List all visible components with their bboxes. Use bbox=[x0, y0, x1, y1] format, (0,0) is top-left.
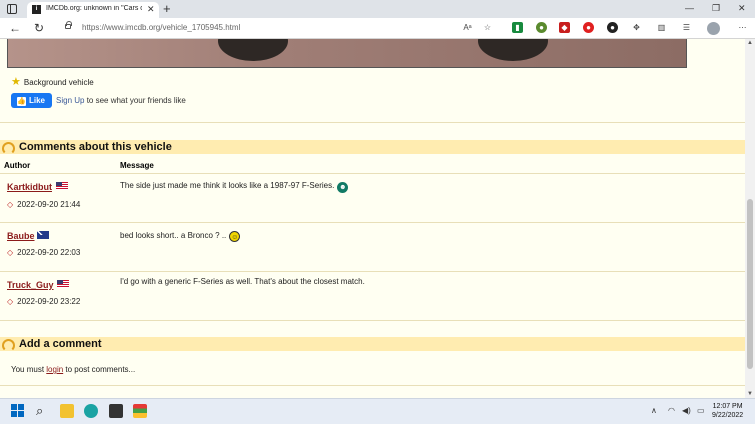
comment-message: bed looks short.. a Bronco ? .. bbox=[120, 231, 227, 240]
comment-timestamp: 2022-09-20 23:22 bbox=[17, 297, 81, 306]
new-tab-button[interactable]: + bbox=[163, 1, 171, 16]
volume-icon[interactable]: ◀) bbox=[682, 406, 691, 415]
comment-row: Kartkidbut ◇ 2022-09-20 21:44 The side ju… bbox=[0, 174, 745, 223]
section-bullet-icon bbox=[2, 142, 15, 155]
comments-header: Comments about this vehicle bbox=[0, 140, 745, 155]
battery-icon[interactable]: ▭ bbox=[697, 406, 705, 415]
extension-shield-icon[interactable]: ◆ bbox=[559, 22, 570, 33]
browser-tab-bar: i IMCDb.org: unknown in "Cars on ✕ + — ❐… bbox=[0, 0, 755, 18]
divider bbox=[0, 122, 745, 123]
login-prompt-prefix: You must bbox=[11, 365, 47, 374]
settings-menu-icon[interactable]: ⋯ bbox=[737, 22, 748, 33]
star-icon: ★ bbox=[11, 76, 21, 88]
us-flag-icon bbox=[56, 182, 68, 190]
clock-date: 9/22/2022 bbox=[712, 412, 744, 419]
app-stack-icon[interactable] bbox=[133, 404, 147, 418]
scroll-up-arrow-icon[interactable]: ▲ bbox=[747, 40, 753, 46]
scroll-thumb[interactable] bbox=[747, 199, 753, 369]
tray-expand-icon[interactable]: ∧ bbox=[651, 406, 657, 415]
login-link[interactable]: login bbox=[46, 365, 63, 374]
url-field[interactable]: https://www.imcdb.org/vehicle_1705945.ht… bbox=[60, 21, 435, 36]
facebook-signup-suffix: to see what your friends like bbox=[84, 96, 186, 105]
us-flag-icon bbox=[57, 280, 69, 288]
yellow-smiley-icon: ☺ bbox=[229, 231, 241, 242]
scroll-down-arrow-icon[interactable]: ▼ bbox=[747, 391, 753, 397]
facebook-thumb-icon: 👍 bbox=[17, 97, 26, 106]
like-label: Like bbox=[29, 96, 46, 105]
add-comment-header: Add a comment bbox=[0, 337, 745, 352]
tab-title: IMCDb.org: unknown in "Cars on bbox=[46, 5, 142, 12]
lock-icon[interactable] bbox=[65, 21, 72, 29]
comment-row: Truck_Guy ◇ 2022-09-20 23:22 I'd go with … bbox=[0, 272, 745, 321]
permalink-icon[interactable]: ◇ bbox=[7, 200, 13, 209]
file-explorer-icon[interactable] bbox=[60, 404, 74, 418]
profile-avatar[interactable] bbox=[707, 22, 720, 35]
vehicle-photo bbox=[7, 39, 687, 68]
comment-author-link[interactable]: Kartkidbut bbox=[7, 182, 52, 192]
facebook-signup-link[interactable]: Sign Up bbox=[56, 96, 84, 105]
minimize-icon[interactable]: — bbox=[685, 3, 694, 13]
tab-actions-icon[interactable] bbox=[7, 4, 17, 14]
extensions-icon[interactable]: ✥ bbox=[631, 22, 642, 33]
url-path: /vehicle_1705945.html bbox=[160, 23, 241, 32]
comment-row: Baube ◇ 2022-09-20 22:03 bed looks short.… bbox=[0, 223, 745, 272]
section-bullet-icon bbox=[2, 339, 15, 352]
tab-close-icon[interactable]: ✕ bbox=[147, 4, 155, 15]
address-toolbar: ← ↻ https://www.imcdb.org/vehicle_170594… bbox=[0, 18, 755, 39]
page-scrollbar[interactable]: ▲ ▼ bbox=[745, 39, 755, 398]
favorites-icon[interactable]: ☰ bbox=[681, 22, 692, 33]
comments-title: Comments about this vehicle bbox=[19, 141, 172, 153]
background-vehicle-label: ★ Background vehicle bbox=[11, 75, 94, 88]
back-icon[interactable]: ← bbox=[9, 21, 21, 35]
au-flag-icon bbox=[37, 231, 49, 239]
browser-tab[interactable]: i IMCDb.org: unknown in "Cars on ✕ bbox=[27, 2, 159, 18]
refresh-icon[interactable]: ↻ bbox=[34, 21, 44, 35]
comment-message: I'd go with a generic F-Series as well. … bbox=[120, 277, 365, 286]
extension-green-icon[interactable]: ▮ bbox=[512, 22, 523, 33]
close-window-icon[interactable]: ✕ bbox=[738, 3, 746, 14]
comment-timestamp: 2022-09-20 21:44 bbox=[17, 200, 81, 209]
restore-icon[interactable]: ❐ bbox=[712, 3, 720, 14]
app-dark-icon[interactable] bbox=[109, 404, 123, 418]
windows-start-icon[interactable] bbox=[11, 404, 25, 418]
facebook-like-button[interactable]: 👍 Like bbox=[11, 93, 52, 108]
search-icon[interactable]: ⌕ bbox=[36, 404, 50, 418]
split-screen-icon[interactable]: ▥ bbox=[656, 22, 667, 33]
wifi-icon[interactable]: ◠ bbox=[668, 406, 675, 415]
taskbar: ⌕ ∧ ◠ ◀) ▭ 12:07 PM 9/22/2022 bbox=[0, 398, 755, 424]
comment-timestamp: 2022-09-20 22:03 bbox=[17, 248, 81, 257]
message-column-header: Message bbox=[120, 161, 154, 170]
comment-author-link[interactable]: Baube bbox=[7, 231, 35, 241]
read-aloud-icon[interactable]: Aᵃ bbox=[462, 22, 473, 33]
extension-dark-icon[interactable]: ● bbox=[607, 22, 618, 33]
comment-author-link[interactable]: Truck_Guy bbox=[7, 280, 54, 290]
login-prompt: You must login to post comments... bbox=[11, 365, 135, 374]
photo-wheel-right bbox=[478, 39, 548, 61]
favorite-add-icon[interactable]: ☆ bbox=[482, 22, 493, 33]
comment-message: The side just made me think it looks lik… bbox=[120, 181, 335, 190]
url-host: https://www.imcdb.org bbox=[82, 23, 161, 32]
permalink-icon[interactable]: ◇ bbox=[7, 248, 13, 257]
divider bbox=[0, 385, 745, 386]
add-comment-title: Add a comment bbox=[19, 338, 102, 350]
edge-browser-icon[interactable] bbox=[84, 404, 98, 418]
login-prompt-suffix: to post comments... bbox=[63, 365, 136, 374]
imcdb-favicon-icon: i bbox=[32, 5, 41, 14]
teal-smiley-icon: ☻ bbox=[337, 182, 349, 193]
extension-badge-icon[interactable]: ● bbox=[536, 22, 547, 33]
photo-wheel-left bbox=[218, 39, 288, 61]
extension-red-icon[interactable]: ● bbox=[583, 22, 594, 33]
author-column-header: Author bbox=[4, 161, 31, 170]
taskbar-clock[interactable]: 12:07 PM 9/22/2022 bbox=[712, 402, 743, 420]
clock-time: 12:07 PM bbox=[712, 403, 743, 410]
permalink-icon[interactable]: ◇ bbox=[7, 297, 13, 306]
vehicle-role: Background vehicle bbox=[23, 78, 94, 87]
